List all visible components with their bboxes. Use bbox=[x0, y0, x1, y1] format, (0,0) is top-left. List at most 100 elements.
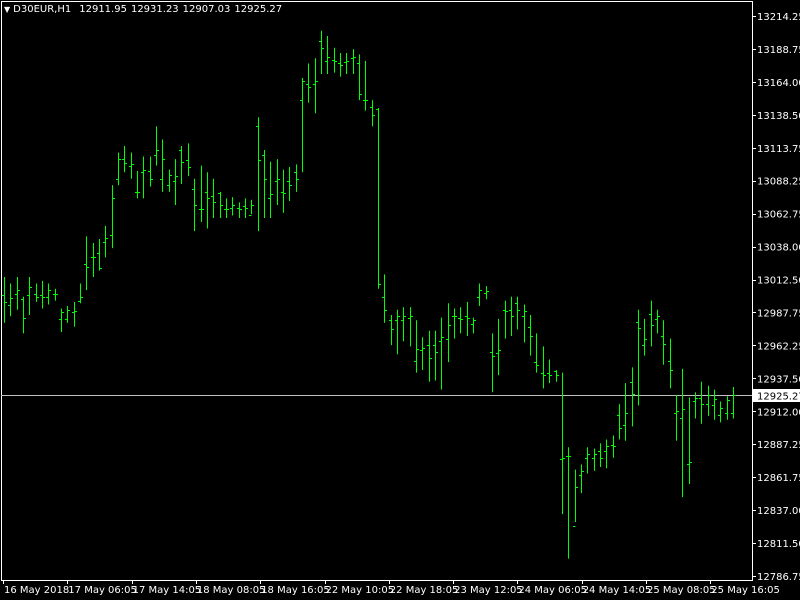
ohlc-bar bbox=[211, 178, 216, 219]
ohlc-bar bbox=[731, 387, 736, 419]
ohlc-bar bbox=[21, 296, 26, 334]
ohlc-bar bbox=[313, 58, 318, 114]
ohlc-bar bbox=[344, 53, 349, 74]
price-chart[interactable]: 13214.25 13188.75 13164.00 13138.50 13113.75… bbox=[0, 0, 800, 600]
ohlc-bar bbox=[160, 139, 165, 192]
ohlc-bar bbox=[585, 447, 590, 474]
ohlc-bar bbox=[351, 49, 356, 74]
y-tick-label: 12987.75 bbox=[757, 308, 800, 319]
ohlc-bar bbox=[642, 318, 647, 356]
ohlc-bar bbox=[281, 169, 286, 213]
ohlc-bar bbox=[205, 172, 210, 229]
y-tick-label: 13062.75 bbox=[757, 210, 800, 221]
ohlc-bar bbox=[547, 359, 552, 384]
ohlc-bar bbox=[458, 307, 463, 334]
ohlc-bar bbox=[484, 286, 489, 300]
x-tick-label: 16 May 2018 bbox=[4, 585, 69, 596]
ohlc-bar bbox=[566, 447, 571, 559]
ohlc-bar bbox=[34, 283, 39, 302]
x-tick-label: 22 May 18:05 bbox=[390, 585, 459, 596]
ohlc-bar bbox=[503, 300, 508, 339]
ohlc-bar bbox=[693, 392, 698, 419]
ohlc-bar bbox=[8, 283, 13, 317]
ohlc-bar bbox=[598, 443, 603, 467]
ohlc-bar bbox=[395, 309, 400, 355]
ohlc-bar bbox=[256, 117, 261, 232]
ohlc-bar bbox=[59, 308, 64, 333]
ohlc-bar bbox=[573, 469, 578, 527]
ohlc-bar bbox=[53, 288, 58, 301]
ohlc-bar bbox=[199, 165, 204, 222]
ohlc-bar bbox=[630, 367, 635, 427]
ohlc-bar bbox=[332, 47, 337, 73]
ohlc-bar bbox=[465, 301, 470, 336]
ohlc-bar bbox=[27, 277, 32, 315]
y-tick-label: 12811.50 bbox=[757, 539, 800, 550]
ohlc-bar bbox=[560, 372, 565, 515]
ohlc-bar bbox=[91, 242, 96, 278]
y-tick-label: 12837.00 bbox=[757, 506, 800, 517]
ohlc-bar bbox=[287, 166, 292, 202]
ohlc-bar bbox=[319, 30, 324, 74]
ohlc-bar bbox=[110, 185, 115, 249]
ohlc-bar bbox=[706, 385, 711, 416]
ohlc-bar bbox=[268, 161, 273, 219]
ohlc-bar bbox=[218, 191, 223, 219]
ohlc-bar bbox=[376, 108, 381, 289]
ohlc-bar bbox=[496, 318, 501, 376]
x-tick-label: 25 May 08:05 bbox=[647, 585, 716, 596]
ohlc-bar bbox=[680, 368, 685, 498]
y-tick-label: 13188.75 bbox=[757, 45, 800, 56]
ohlc-bar bbox=[116, 152, 121, 186]
y-tick-label: 13138.50 bbox=[757, 111, 800, 122]
ohlc-bar bbox=[528, 314, 533, 356]
ohlc-bar bbox=[382, 274, 387, 323]
ohlc-bar bbox=[243, 198, 248, 219]
ohlc-bar bbox=[725, 396, 730, 420]
ohlc-bar bbox=[122, 146, 127, 173]
x-tick-label: 24 May 14:05 bbox=[583, 585, 652, 596]
ohlc-bar bbox=[357, 54, 362, 101]
y-tick-label: 13088.25 bbox=[757, 177, 800, 188]
y-tick-label: 13164.00 bbox=[757, 78, 800, 89]
ohlc-bar bbox=[65, 305, 70, 323]
ohlc-bar bbox=[718, 401, 723, 423]
ohlc-bar bbox=[294, 164, 299, 192]
ohlc-bar bbox=[604, 439, 609, 469]
ohlc-bar bbox=[325, 35, 330, 74]
ohlc-bar bbox=[306, 63, 311, 103]
ohlc-bar bbox=[167, 169, 172, 192]
ohlc-bar bbox=[179, 146, 184, 184]
x-tick-label: 24 May 06:05 bbox=[518, 585, 587, 596]
x-tick-label: 17 May 14:05 bbox=[133, 585, 202, 596]
ohlc-bar bbox=[300, 77, 305, 173]
ohlc-bar bbox=[363, 60, 368, 111]
ohlc-bar bbox=[617, 404, 622, 440]
ohlc-bar bbox=[129, 152, 134, 179]
ohlc-bar bbox=[611, 435, 616, 458]
ohlc-bar bbox=[477, 283, 482, 306]
ohlc-bar bbox=[97, 239, 102, 271]
ohlc-bar bbox=[192, 178, 197, 232]
ohlc-bar bbox=[661, 320, 666, 365]
ohlc-bar bbox=[592, 448, 597, 471]
ohlc-bar bbox=[439, 317, 444, 390]
ohlc-bar bbox=[414, 320, 419, 373]
ohlc-bar bbox=[509, 296, 514, 336]
ohlc-bar bbox=[338, 53, 343, 77]
ohlc-bar bbox=[541, 346, 546, 389]
ohlc-bar bbox=[401, 307, 406, 342]
ohlc-bar bbox=[427, 330, 432, 382]
ohlc-bar bbox=[275, 159, 280, 205]
ohlc-bar bbox=[687, 397, 692, 484]
y-tick-label: 12887.25 bbox=[757, 440, 800, 451]
x-tick-label: 23 May 12:05 bbox=[454, 585, 523, 596]
ohlc-bar bbox=[135, 170, 140, 199]
ohlc-bar bbox=[40, 280, 45, 309]
ohlc-bar bbox=[237, 202, 242, 219]
ohlc-bar bbox=[668, 338, 673, 389]
ohlc-bar bbox=[522, 304, 527, 343]
ohlc-bar bbox=[712, 389, 717, 420]
ohlc-bar bbox=[72, 301, 77, 327]
ohlc-bar bbox=[515, 296, 520, 330]
